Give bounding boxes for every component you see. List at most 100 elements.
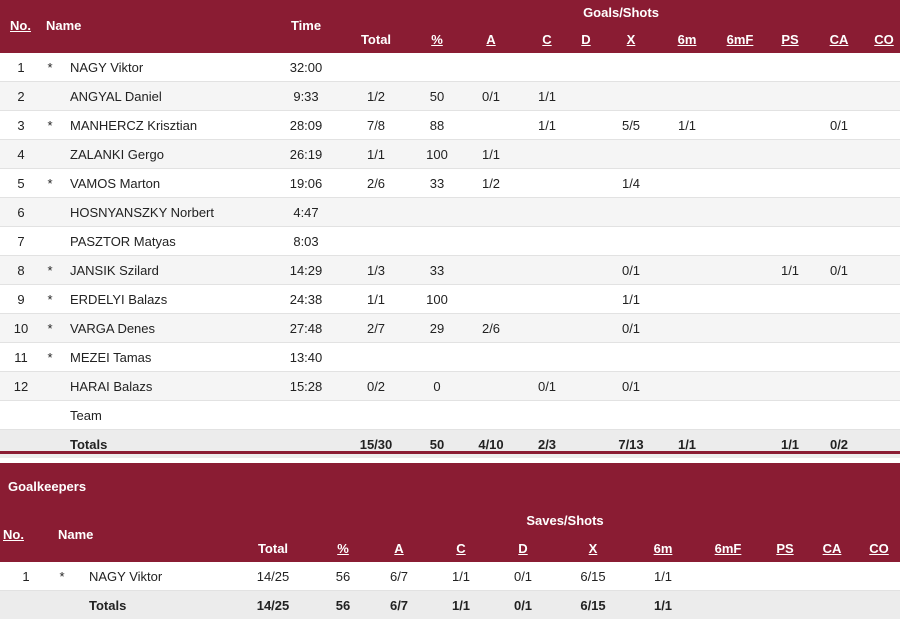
cell-x: 0/1 (621, 379, 641, 394)
totals-ca: 0/2 (829, 437, 849, 452)
cell-starter-mark: * (47, 321, 53, 336)
cell-pct: 56 (335, 569, 351, 584)
gk-totals-6m: 1/1 (653, 598, 673, 613)
gk-header-name: Name (58, 527, 94, 542)
cell-pct: 0 (433, 379, 441, 394)
cell-starter-mark: * (59, 569, 65, 584)
cell-c: 1/1 (537, 89, 557, 104)
gk-header-x: X (588, 541, 598, 556)
cell-total: 2/7 (366, 321, 386, 336)
cell-no: 1 (22, 569, 30, 584)
header-ca: CA (829, 32, 849, 47)
header-total: Total (360, 32, 392, 47)
header-d: D (581, 32, 591, 47)
totals-a: 4/10 (478, 437, 504, 452)
header-co: CO (874, 32, 894, 47)
cell-time: 4:47 (293, 205, 319, 220)
goalkeepers-totals-row: Totals 14/25 56 6/7 1/1 0/1 6/15 1/1 (0, 591, 900, 619)
header-6m: 6m (677, 32, 697, 47)
gk-totals-x: 6/15 (580, 598, 606, 613)
header-time: Time (290, 18, 322, 33)
cell-player-name: HOSNYANSZKY Norbert (70, 205, 215, 220)
cell-ca: 0/1 (829, 263, 849, 278)
cell-pct: 100 (426, 292, 448, 307)
table-row: 7 PASZTOR Matyas 8:03 (0, 227, 900, 256)
cell-no: 8 (17, 263, 25, 278)
header-c: C (542, 32, 552, 47)
gk-header-6mf: 6mF (714, 541, 742, 556)
cell-total: 1/1 (366, 292, 386, 307)
cell-starter-mark: * (47, 292, 53, 307)
cell-a: 1/1 (481, 147, 501, 162)
gk-header-no: No. (3, 527, 24, 542)
cell-player-name: VARGA Denes (70, 321, 156, 336)
cell-starter-mark: * (47, 60, 53, 75)
totals-pct: 50 (429, 437, 445, 452)
gk-totals-pct: 56 (335, 598, 351, 613)
table-row: 6 HOSNYANSZKY Norbert 4:47 (0, 198, 900, 227)
table-row: 1 * NAGY Viktor 32:00 (0, 53, 900, 82)
gk-header-d: D (518, 541, 528, 556)
cell-time: 28:09 (289, 118, 323, 133)
gk-totals-total: 14/25 (256, 598, 290, 613)
cell-c: 1/1 (537, 118, 557, 133)
totals-c: 2/3 (537, 437, 557, 452)
cell-time: 26:19 (289, 147, 323, 162)
cell-no: 12 (13, 379, 29, 394)
cell-player-name: JANSIK Szilard (70, 263, 159, 278)
totals-label: Totals (70, 437, 108, 452)
cell-player-name: HARAI Balazs (70, 379, 153, 394)
gk-totals-label: Totals (89, 598, 127, 613)
cell-time: 19:06 (289, 176, 323, 191)
header-ps: PS (781, 32, 799, 47)
cell-time: 13:40 (289, 350, 323, 365)
cell-pct: 33 (429, 176, 445, 191)
cell-no: 6 (17, 205, 25, 220)
cell-time: 27:48 (289, 321, 323, 336)
table-row: 4 ZALANKI Gergo 26:19 1/1 100 1/1 (0, 140, 900, 169)
cell-a: 2/6 (481, 321, 501, 336)
gk-header-pct: % (337, 541, 349, 556)
cell-goalkeeper-name: NAGY Viktor (89, 569, 163, 584)
players-table: No. Name Time Goals/Shots Total % A C D … (0, 0, 900, 458)
cell-total: 1/1 (366, 147, 386, 162)
table-row: 2 ANGYAL Daniel 9:33 1/2 50 0/1 1/1 (0, 82, 900, 111)
cell-player-name: PASZTOR Matyas (70, 234, 176, 249)
cell-a: 0/1 (481, 89, 501, 104)
cell-player-name: ZALANKI Gergo (70, 147, 164, 162)
table-row: 11 * MEZEI Tamas 13:40 (0, 343, 900, 372)
totals-total: 15/30 (359, 437, 393, 452)
cell-c: 0/1 (537, 379, 557, 394)
gk-header-ca: CA (822, 541, 842, 556)
table-row: 8 * JANSIK Szilard 14:29 1/3 33 0/1 1/1 0/1 (0, 256, 900, 285)
cell-player-name: NAGY Viktor (70, 60, 144, 75)
cell-player-name: ERDELYI Balazs (70, 292, 168, 307)
cell-player-name: VAMOS Marton (70, 176, 161, 191)
cell-time: 14:29 (289, 263, 323, 278)
cell-pct: 29 (429, 321, 445, 336)
cell-time: 15:28 (289, 379, 323, 394)
cell-a: 1/2 (481, 176, 501, 191)
cell-no: 3 (17, 118, 25, 133)
totals-ps: 1/1 (780, 437, 800, 452)
cell-time: 24:38 (289, 292, 323, 307)
cell-total: 14/25 (256, 569, 290, 584)
cell-x: 1/1 (621, 292, 641, 307)
cell-d: 0/1 (513, 569, 533, 584)
gk-header-ps: PS (776, 541, 794, 556)
cell-total: 2/6 (366, 176, 386, 191)
cell-x: 6/15 (580, 569, 606, 584)
table-row: 3 * MANHERCZ Krisztian 28:09 7/8 88 1/1 5/5 1/1 0… (0, 111, 900, 140)
header-no: No. (10, 18, 31, 33)
table-row: 10 * VARGA Denes 27:48 2/7 29 2/6 0/1 (0, 314, 900, 343)
totals-x: 7/13 (618, 437, 644, 452)
cell-x: 0/1 (621, 263, 641, 278)
gk-header-total: Total (257, 541, 289, 556)
cell-total: 1/2 (366, 89, 386, 104)
cell-no: 10 (13, 321, 29, 336)
cell-x: 0/1 (621, 321, 641, 336)
cell-starter-mark: * (47, 350, 53, 365)
goalkeepers-table-header: Goalkeepers No. Name Saves/Shots Total %… (0, 463, 900, 562)
table-row: 1 * NAGY Viktor 14/25 56 6/7 1/1 0/1 6/15 1/1 (0, 562, 900, 591)
goalkeepers-title: Goalkeepers (8, 479, 87, 494)
